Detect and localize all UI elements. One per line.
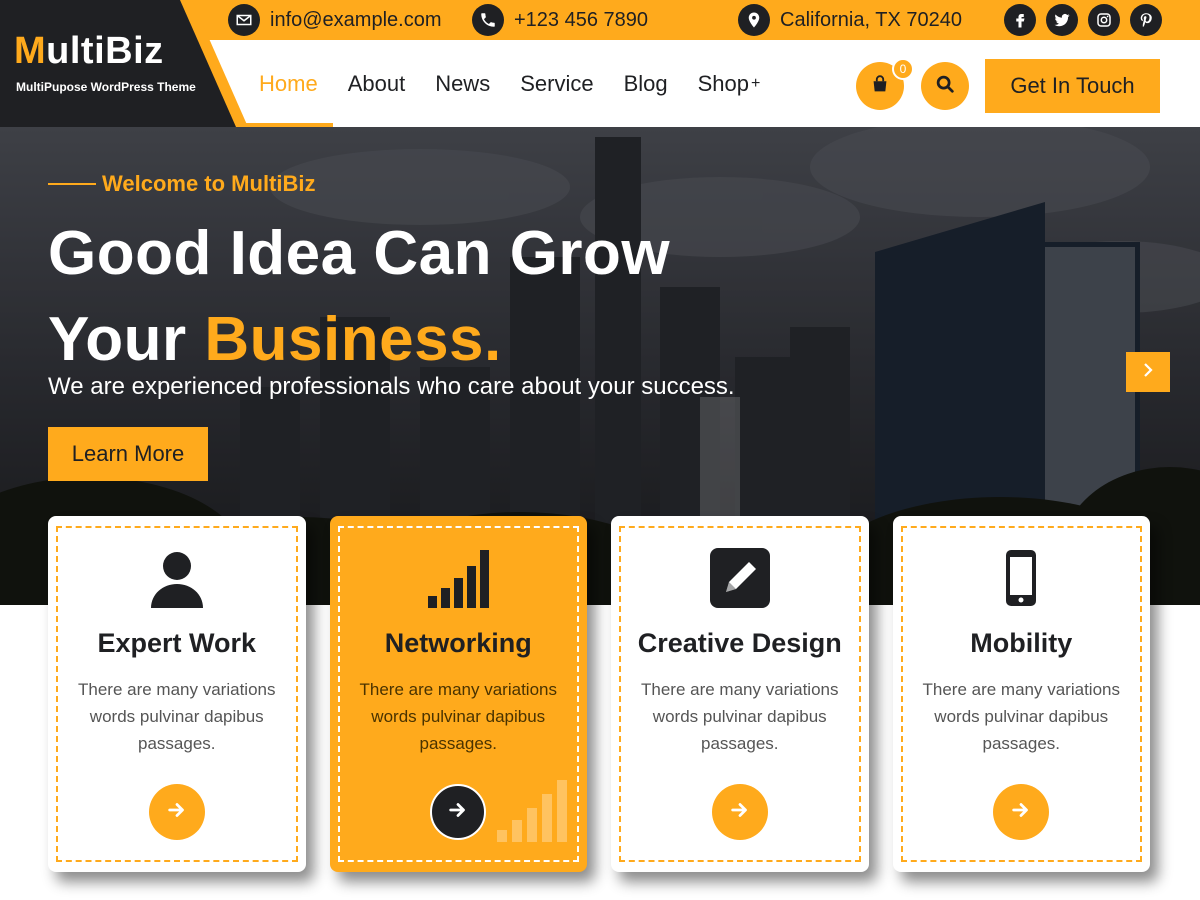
arrow-right-icon [166, 799, 188, 826]
site-logo[interactable]: MultiBiz [14, 32, 164, 70]
social-links [1004, 4, 1162, 36]
card-arrow-button[interactable] [430, 784, 487, 840]
primary-nav: Home About News Service Blog Shop + [244, 40, 775, 127]
mobile-phone-icon [989, 546, 1053, 610]
slider-next-button[interactable] [1126, 352, 1170, 392]
instagram-icon[interactable] [1088, 4, 1120, 36]
user-icon [145, 546, 209, 610]
nav-item-service[interactable]: Service [505, 40, 608, 127]
arrow-right-icon [729, 799, 751, 826]
nav-item-blog[interactable]: Blog [609, 40, 683, 127]
pinterest-icon[interactable] [1130, 4, 1162, 36]
twitter-icon[interactable] [1046, 4, 1078, 36]
nav-label: News [435, 70, 491, 96]
site-tagline: MultiPupose WordPress Theme [16, 80, 196, 94]
feature-card-creative-design: Creative Design There are many variation… [611, 516, 869, 872]
submenu-plus-icon: + [751, 74, 761, 92]
card-text: There are many variations words pulvinar… [78, 680, 276, 753]
chevron-right-icon [1139, 361, 1157, 384]
hero-title-accent: Business. [204, 305, 502, 374]
logo-first-letter: M [14, 30, 47, 72]
shopping-bag-icon [869, 73, 891, 100]
card-title: Networking [384, 628, 532, 658]
card-text: There are many variations words pulvinar… [641, 680, 839, 753]
search-icon [934, 73, 956, 100]
feature-card-networking: Networking There are many variations wor… [329, 516, 587, 872]
nav-label: Blog [623, 70, 668, 96]
card-title: Creative Design [637, 628, 842, 658]
nav-item-shop[interactable]: Shop + [683, 40, 776, 127]
pencil-square-icon [708, 546, 772, 610]
nav-label: Service [520, 70, 594, 96]
hero-title: Good Idea Can Grow Your Business. [48, 211, 670, 383]
location-text: California, TX 70240 [780, 8, 962, 31]
nav-label: Home [259, 70, 318, 96]
topbar-email[interactable]: info@example.com [228, 4, 441, 36]
logo-rest: ultiBiz [46, 30, 164, 72]
email-text: info@example.com [270, 8, 442, 31]
topbar-location: California, TX 70240 [738, 4, 962, 36]
nav-label: About [347, 70, 406, 96]
card-text: There are many variations words pulvinar… [922, 680, 1120, 753]
cart-button[interactable]: 0 [856, 58, 914, 110]
search-button[interactable] [921, 62, 969, 110]
signal-bars-icon [426, 546, 490, 610]
facebook-icon[interactable] [1004, 4, 1036, 36]
nav-item-about[interactable]: About [333, 40, 421, 127]
card-arrow-button[interactable] [993, 784, 1050, 840]
hero-title-line2-prefix: Your [48, 305, 205, 374]
arrow-right-icon [447, 799, 469, 826]
arrow-right-icon [1010, 799, 1032, 826]
feature-card-mobility: Mobility There are many variations words… [892, 516, 1150, 872]
feature-cards: Expert Work There are many variations wo… [48, 516, 1150, 872]
phone-text: +123 456 7890 [514, 8, 649, 31]
top-info-bar: info@example.com +123 456 7890 Californi… [190, 0, 1200, 40]
card-arrow-button[interactable] [711, 784, 768, 840]
hero-subtitle: We are experienced professionals who car… [48, 373, 735, 400]
map-marker-icon [738, 4, 770, 36]
hero-eyebrow: Welcome to MultiBiz [48, 171, 316, 197]
eyebrow-text: Welcome to MultiBiz [102, 171, 316, 196]
eyebrow-line [48, 183, 96, 185]
envelope-icon [228, 4, 260, 36]
phone-icon [472, 4, 504, 36]
hero-title-line1: Good Idea Can Grow [48, 219, 671, 288]
nav-item-news[interactable]: News [420, 40, 505, 127]
cart-count-badge: 0 [892, 58, 914, 80]
card-title: Mobility [970, 628, 1073, 658]
feature-card-expert-work: Expert Work There are many variations wo… [48, 516, 306, 872]
nav-item-home[interactable]: Home [244, 40, 333, 127]
card-title: Expert Work [97, 628, 257, 658]
nav-label: Shop [697, 70, 749, 96]
get-in-touch-button[interactable]: Get In Touch [985, 59, 1160, 113]
learn-more-button[interactable]: Learn More [48, 427, 208, 481]
card-text: There are many variations words pulvinar… [359, 680, 557, 753]
topbar-phone[interactable]: +123 456 7890 [472, 4, 648, 36]
card-arrow-button[interactable] [148, 784, 205, 840]
signal-bars-watermark-icon [497, 780, 567, 842]
